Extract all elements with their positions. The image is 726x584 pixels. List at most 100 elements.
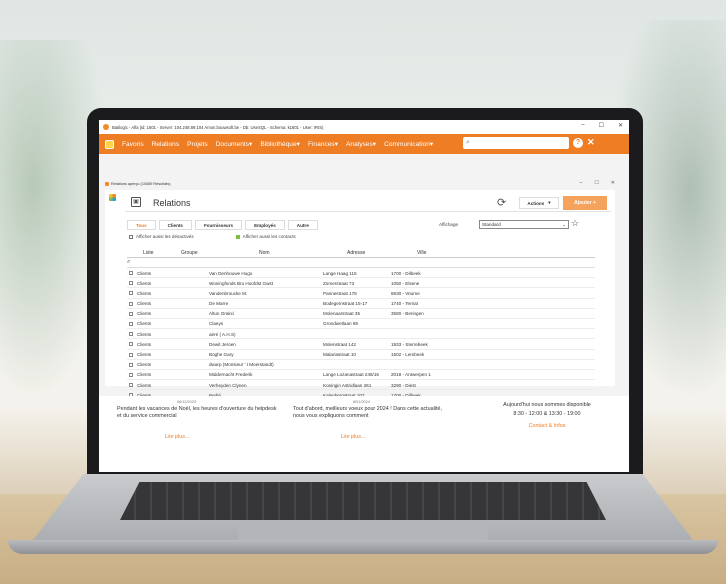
table-row[interactable]: Clients Boghe Gary Malariastraat 10 1502 - …: [127, 350, 595, 360]
cell-nom: Dewit Jeroen: [209, 341, 236, 347]
cell-ville: 2018 - Antwerpen 1: [391, 372, 431, 378]
nav-relations[interactable]: Relations: [152, 141, 180, 148]
row-checkbox[interactable]: [129, 332, 133, 337]
opening-hours: 8:30 - 12:00 & 13:30 - 19:00: [513, 411, 581, 417]
read-more-link[interactable]: Lire plus...: [293, 434, 413, 440]
refresh-icon[interactable]: ⟳: [497, 196, 506, 209]
nav-analyses[interactable]: Analyses▾: [346, 140, 376, 148]
row-checkbox[interactable]: [129, 311, 133, 316]
nav-bibliotheque[interactable]: Bibliothèque▾: [260, 140, 300, 148]
cell-ville: 8630 - Veurne: [391, 290, 420, 296]
cell-nom: Woningfonds Bru Hoofdst Gwst: [209, 280, 274, 286]
cell-ville: 3580 - Beringen: [391, 311, 424, 317]
table-row[interactable]: Clients Dewit Jeroen Molenstraat 142 1933 -…: [127, 339, 595, 350]
cell-adresse: Bodegemstraat 15-17: [323, 301, 368, 307]
table-row[interactable]: Clients Verheyden Clynen Koningin Astridla…: [127, 380, 595, 391]
main-navbar: Favoris Relations Projets Documents▾ Bib…: [99, 134, 629, 154]
read-more-link[interactable]: Lire plus...: [117, 434, 237, 440]
relations-table: Liste Groupe Nom Adresse Ville ⌕ Clients…: [127, 248, 595, 401]
cell-liste: Clients: [137, 280, 152, 286]
contact-link[interactable]: Contact & Infos: [487, 423, 607, 429]
maximize-button[interactable]: ☐: [599, 122, 604, 129]
tab-fournisseurs[interactable]: Fournisseurs: [194, 220, 243, 230]
row-checkbox[interactable]: [129, 342, 133, 347]
window-titlebar: Batilogic - Alfa (id: 1601 - Server: 104…: [99, 120, 629, 134]
nav-favoris[interactable]: Favoris: [122, 141, 144, 148]
close-button[interactable]: ✕: [618, 122, 623, 129]
tab-tous[interactable]: Tous: [127, 220, 156, 230]
row-checkbox[interactable]: [129, 362, 133, 367]
availability-info: Aujourd'hui nous sommes disponible 8:30 …: [487, 400, 607, 429]
column-header-liste[interactable]: Liste: [143, 250, 154, 256]
cell-liste: Clients: [137, 382, 152, 388]
table-row[interactable]: Clients De Marre Bodegemstraat 15-17 1740 -…: [127, 299, 595, 309]
subwindow-maximize-button[interactable]: ☐: [594, 180, 598, 186]
row-checkbox[interactable]: [129, 321, 133, 326]
column-header-ville[interactable]: Ville: [417, 250, 426, 256]
tab-autre[interactable]: Autre: [287, 220, 318, 230]
row-checkbox[interactable]: [129, 291, 133, 296]
cell-nom: Van Denhouwe Hugo: [209, 270, 253, 276]
cell-adresse: Molenstraat 142: [323, 341, 356, 347]
table-row[interactable]: Clients Middernacht Frederik Lange Lozanas…: [127, 370, 595, 381]
tools-icon[interactable]: ✕: [587, 137, 595, 148]
subwindow-titlebar: Relations aperçu (10089 Résultats): [105, 182, 171, 186]
news-item: 06/12/2023 Pendant les vacances de Noël,…: [117, 400, 277, 440]
table-row[interactable]: Clients Vandenbroucke M. Pannestraat 178 86…: [127, 288, 595, 299]
caret-down-icon: ▾: [334, 141, 339, 148]
tab-clients[interactable]: Clients: [158, 220, 192, 230]
row-checkbox[interactable]: [129, 271, 133, 275]
affichage-select[interactable]: Standard ⌄: [479, 220, 569, 229]
column-header-groupe[interactable]: Groupe: [181, 250, 198, 256]
table-row[interactable]: Clients dwarp (Monsieur ' t Moerstandt): [127, 360, 595, 370]
cell-ville: 1050 - Elsene: [391, 280, 420, 286]
home-icon[interactable]: [105, 139, 114, 149]
cell-nom: Vandenbroucke M.: [209, 290, 248, 296]
page-title: Relations: [153, 198, 191, 208]
cell-nom: Altun Orakci: [209, 311, 235, 317]
row-checkbox[interactable]: [129, 352, 133, 357]
cell-nom: aéré ( A.H.S): [209, 331, 236, 337]
cell-adresse: Malariastraat 10: [323, 352, 356, 357]
table-row[interactable]: Clients aéré ( A.H.S): [127, 329, 595, 340]
table-row[interactable]: Clients Altun Orakci Molenaarstraat 35 3580…: [127, 309, 595, 319]
help-icon[interactable]: ?: [573, 138, 583, 148]
cell-ville: 1502 - Lembeek: [391, 352, 425, 357]
cell-liste: Clients: [137, 270, 152, 276]
table-row[interactable]: Clients Van Denhouwe Hugo Lange Haag 115 17…: [127, 268, 595, 279]
subwindow-minimize-button[interactable]: –: [580, 180, 583, 186]
nav-projets[interactable]: Projets: [187, 141, 208, 148]
row-checkbox[interactable]: [129, 281, 133, 286]
cell-adresse: Molenaarstraat 35: [323, 311, 361, 317]
cell-adresse: Zomerstraat 73: [323, 280, 355, 286]
subwindow-close-button[interactable]: ✕: [611, 180, 615, 186]
show-contacts-checkbox[interactable]: Afficher aussi les contacts: [235, 234, 296, 239]
caret-down-icon: ▾: [296, 141, 300, 148]
show-deactivated-checkbox[interactable]: Afficher aussi les désactivés: [129, 234, 194, 239]
add-button[interactable]: Ajouter +: [563, 196, 607, 210]
column-header-adresse[interactable]: Adresse: [347, 250, 365, 256]
nav-finances[interactable]: Finances▾: [308, 140, 338, 148]
availability-text: Aujourd'hui nous sommes disponible: [503, 402, 591, 408]
minimize-button[interactable]: –: [581, 122, 584, 129]
nav-communication[interactable]: Communication▾: [384, 140, 433, 148]
caret-down-icon: ▾: [429, 141, 434, 148]
laptop-keyboard: [120, 482, 606, 520]
search-icon[interactable]: ⌕: [127, 259, 130, 266]
column-header-nom[interactable]: Nom: [259, 250, 270, 256]
app-logo-icon: [103, 124, 109, 130]
row-checkbox[interactable]: [129, 383, 133, 388]
row-checkbox[interactable]: [129, 301, 133, 306]
table-row[interactable]: Clients Claeys Grondwetlaan 69: [127, 319, 595, 330]
tab-employes[interactable]: Employés: [245, 220, 285, 230]
table-row[interactable]: Clients Woningfonds Bru Hoofdst Gwst Zomer…: [127, 278, 595, 289]
relations-header: ▣ Relations ⟳ Actions ▾ Ajouter +: [125, 194, 611, 212]
cell-nom: Boghe Gary: [209, 352, 234, 357]
favorite-star-icon[interactable]: ☆: [571, 218, 579, 229]
row-checkbox[interactable]: [129, 372, 133, 377]
global-search-input[interactable]: ⌕: [463, 137, 569, 149]
actions-button[interactable]: Actions ▾: [519, 197, 559, 209]
nav-documents[interactable]: Documents▾: [216, 140, 253, 148]
window-title: Batilogic - Alfa (id: 1601 - Server: 104…: [112, 124, 324, 130]
batilogic-logo-icon: [109, 194, 116, 201]
